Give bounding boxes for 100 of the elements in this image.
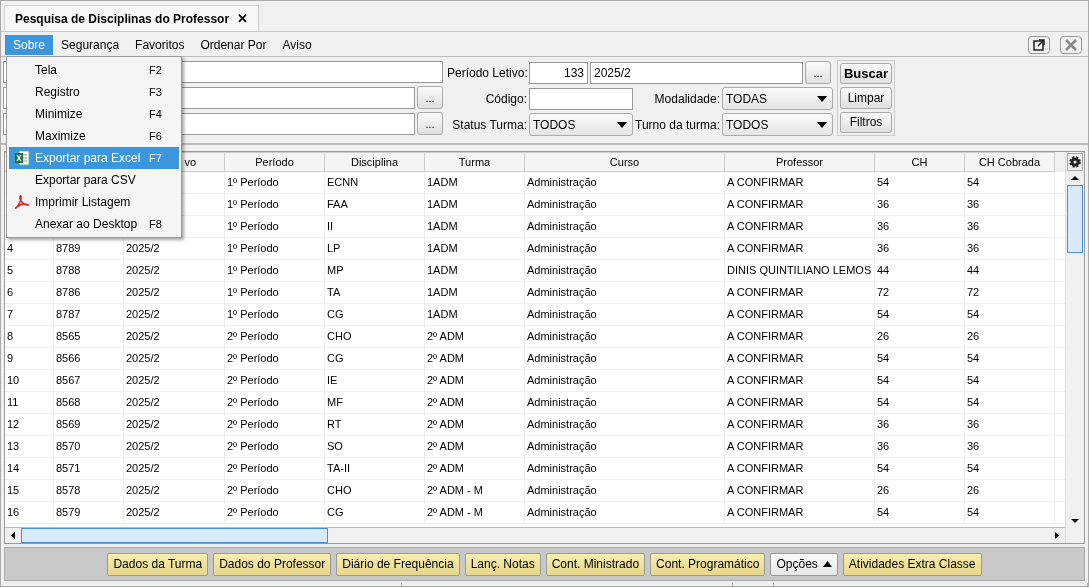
table-cell: A CONFIRMAR: [725, 501, 875, 523]
table-cell: 54: [875, 457, 965, 479]
action-button[interactable]: Opções: [770, 552, 838, 576]
period-field[interactable]: 2025/2: [590, 61, 803, 84]
table-cell: 2º ADM - M: [425, 501, 525, 523]
table-cell: CHO: [325, 325, 425, 347]
action-button[interactable]: Buscar: [840, 63, 892, 85]
menu-item[interactable]: Favoritos: [127, 35, 193, 55]
table-cell: 2025/2: [124, 501, 225, 523]
table-cell: 26: [965, 325, 1055, 347]
table-cell: 8570: [54, 435, 124, 457]
close-icon[interactable]: [1060, 36, 1082, 54]
table-cell: 72: [965, 281, 1055, 303]
table-cell: 1ADM: [425, 303, 525, 325]
browse-button[interactable]: ...: [805, 61, 831, 84]
table-cell: A CONFIRMAR: [725, 457, 875, 479]
table-cell: CG: [325, 347, 425, 369]
scrollbar-thumb[interactable]: [21, 528, 328, 543]
pop-out-icon[interactable]: [1028, 36, 1050, 54]
caret-icon: [822, 561, 832, 567]
browse-button[interactable]: ...: [417, 86, 443, 109]
table-cell: 36: [965, 413, 1055, 435]
table-cell: 2º ADM: [425, 435, 525, 457]
input-field[interactable]: [529, 87, 633, 110]
table-cell: A CONFIRMAR: [725, 237, 875, 259]
table-cell: A CONFIRMAR: [725, 413, 875, 435]
table-cell: 8786: [54, 281, 124, 303]
menu-item[interactable]: Segurança: [53, 35, 128, 55]
table-cell: Administração: [525, 479, 725, 501]
action-button[interactable]: Filtros: [840, 111, 892, 133]
code-field[interactable]: 133: [529, 61, 588, 84]
column-header[interactable]: Turma: [425, 152, 525, 172]
menu-item[interactable]: Anexar ao Desktop F8: [9, 213, 179, 235]
table-cell: 8569: [54, 413, 124, 435]
table-cell: Administração: [525, 369, 725, 391]
menu-item[interactable]: Aviso: [274, 35, 320, 55]
table-cell: TA: [325, 281, 425, 303]
column-header[interactable]: Período: [225, 152, 325, 172]
caret-icon: [817, 121, 827, 128]
table-cell: LP: [325, 237, 425, 259]
table-cell: Administração: [525, 457, 725, 479]
table-cell: 11: [5, 391, 54, 413]
horizontal-scrollbar[interactable]: [5, 527, 1065, 543]
table-cell: 1ADM: [425, 215, 525, 237]
menu-item[interactable]: Registro F3: [9, 81, 179, 103]
table-cell: 2025/2: [124, 457, 225, 479]
table-cell: A CONFIRMAR: [725, 347, 875, 369]
table-cell: 1º Período: [225, 171, 325, 193]
table-cell: 54: [965, 391, 1055, 413]
table-cell: 1ADM: [425, 237, 525, 259]
table-cell: CG: [325, 501, 425, 523]
table-cell: 15: [5, 479, 54, 501]
table-cell: 54: [875, 347, 965, 369]
table-cell: DINIS QUINTILIANO LEMOS: [725, 259, 875, 281]
menu-item[interactable]: Tela F2: [9, 59, 179, 81]
action-button[interactable]: Dados da Turma: [107, 552, 209, 576]
menu-item[interactable]: Imprimir Listagem: [9, 191, 179, 213]
menu-item[interactable]: Exportar para CSV: [9, 169, 179, 191]
table-cell: Administração: [525, 281, 725, 303]
action-button[interactable]: Cont. Programático: [650, 552, 766, 576]
document-tab[interactable]: Pesquisa de Disciplinas do Professor ✕: [4, 5, 260, 31]
close-button[interactable]: ✕: [237, 11, 249, 26]
action-button[interactable]: Cont. Ministrado: [545, 552, 646, 576]
action-button[interactable]: Diário de Frequência: [336, 552, 460, 576]
menu-item[interactable]: Maximize F6: [9, 125, 179, 147]
column-header[interactable]: Professor: [725, 152, 875, 172]
pdf-icon: [14, 194, 30, 210]
table-cell: 2º Período: [225, 457, 325, 479]
column-header[interactable]: Disciplina: [325, 152, 425, 172]
table-cell: 54: [965, 171, 1055, 193]
table-cell: Administração: [525, 193, 725, 215]
table-cell: 2025/2: [124, 259, 225, 281]
table-cell: 1º Período: [225, 237, 325, 259]
table-cell: 44: [965, 259, 1055, 281]
field-label: Turno da turma:: [635, 117, 720, 132]
scrollbar-thumb[interactable]: [1067, 185, 1083, 253]
table-cell: 2º Período: [225, 435, 325, 457]
browse-button[interactable]: ...: [417, 112, 443, 135]
action-button[interactable]: Limpar: [840, 87, 892, 109]
column-header[interactable]: CH: [875, 152, 965, 172]
settings-icon[interactable]: [1067, 153, 1083, 171]
dropdown[interactable]: TODOS: [529, 113, 633, 136]
action-button[interactable]: Dados do Professor: [213, 552, 332, 576]
table-cell: 7: [5, 303, 54, 325]
table-cell: 26: [875, 479, 965, 501]
column-header[interactable]: CH Cobrada: [965, 152, 1055, 172]
menu-item[interactable]: Minimize F4: [9, 103, 179, 125]
table-cell: A CONFIRMAR: [725, 479, 875, 501]
column-header[interactable]: Curso: [525, 152, 725, 172]
dropdown[interactable]: TODAS: [722, 87, 833, 110]
dropdown[interactable]: TODOS: [722, 113, 833, 136]
table-cell: 1ADM: [425, 193, 525, 215]
menu-item[interactable]: Ordenar Por: [192, 35, 275, 55]
table-cell: A CONFIRMAR: [725, 193, 875, 215]
table-cell: 54: [965, 369, 1055, 391]
table-cell: 54: [875, 369, 965, 391]
action-button[interactable]: Atividades Extra Classe: [842, 552, 982, 576]
action-button[interactable]: Lanç. Notas: [464, 552, 541, 576]
table-cell: 16: [5, 501, 54, 523]
table-cell: II: [325, 215, 425, 237]
